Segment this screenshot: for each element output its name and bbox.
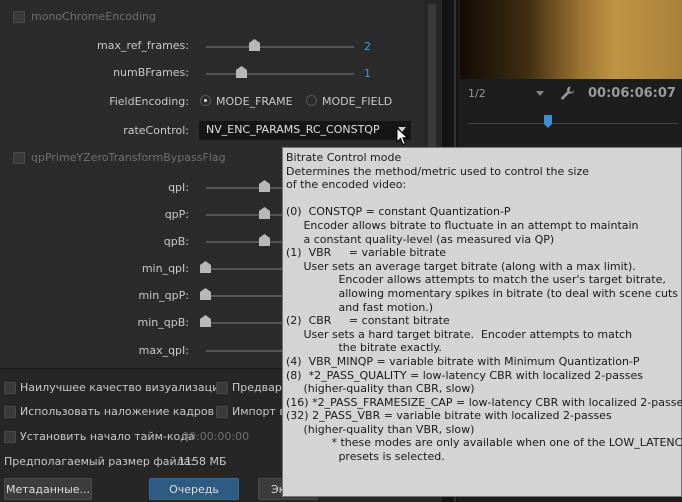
max-ref-frames-slider-thumb[interactable] [249, 39, 260, 51]
estimated-size-label: Предполагаемый размер файла: [4, 455, 195, 468]
tooltip-line: and fast motion.) [286, 300, 434, 314]
qpp-slider-thumb[interactable] [259, 207, 270, 219]
qpb-track[interactable] [206, 241, 286, 243]
qp-prime-checkbox[interactable] [13, 152, 25, 164]
tooltip-line: Determines the method/metric used to con… [286, 164, 590, 178]
min-qpb-slider-thumb[interactable] [200, 315, 211, 327]
start-timecode-value[interactable]: 00:00:00:00 [182, 430, 249, 443]
mode-frame-radio[interactable] [200, 95, 211, 106]
min-qpp-track[interactable] [206, 295, 286, 297]
mode-frame-label: MODE_FRAME [216, 95, 293, 108]
playhead[interactable] [544, 115, 552, 128]
tooltip-line: (32) 2_PASS_VBR = variable bitrate with … [286, 409, 612, 423]
chevron-down-icon [536, 91, 544, 96]
tooltip-line: (0) CONSTQP = constant Quantization-P [286, 205, 511, 219]
tooltip-line: * these modes are only available when on… [286, 436, 682, 450]
tooltip-line: allowing momentary spikes in bitrate (to… [286, 286, 679, 300]
best-quality-label: Наилучшее качество визуализации [20, 381, 227, 394]
numb-frames-value[interactable]: 1 [364, 67, 371, 80]
tooltip-line: (16) *2_PASS_FRAMESIZE_CAP = low-latency… [286, 395, 682, 409]
tooltip-line: (4) VBR_MINQP = variable bitrate with Mi… [286, 354, 640, 368]
qpp-track[interactable] [206, 214, 286, 216]
numb-frames-label: numBFrames: [113, 66, 189, 79]
preview-timecode[interactable]: 00:06:06:07 [588, 86, 676, 101]
qp-prime-label: qpPrimeYZeroTransformBypassFlag [31, 151, 226, 164]
tooltip-line: of the encoded video: [286, 178, 407, 192]
rate-control-label: rateControl: [123, 124, 189, 137]
tooltip-line: User sets a hard target bitrate. Encoder… [286, 327, 633, 341]
tooltip-line: (1) VBR = variable bitrate [286, 246, 447, 260]
rate-control-value: NV_ENC_PARAMS_RC_CONSTQP [206, 123, 380, 136]
tooltip-line: (2) CBR = constant bitrate [286, 314, 450, 328]
qpb-label: qpB: [163, 235, 189, 248]
tooltip-line: (higher-quality than VBR, slow) [286, 422, 475, 436]
min-qpi-track[interactable] [206, 268, 286, 270]
min-qpi-label: min_qpI: [141, 262, 189, 275]
frame-blending-checkbox[interactable] [4, 406, 16, 418]
queue-button[interactable]: Очередь [149, 478, 239, 500]
min-qpp-label: min_qpP: [138, 289, 189, 302]
estimated-size-value: 1158 МБ [178, 455, 227, 468]
qpp-label: qpP: [164, 208, 189, 221]
wrench-icon[interactable] [560, 85, 576, 101]
max-ref-frames-track[interactable] [206, 46, 354, 48]
tooltip-line: Encoder allows bitrate to fluctuate in a… [286, 218, 639, 232]
tooltip-line: Bitrate Control mode [286, 151, 402, 164]
tooltip-line: a constant quality-level (as measured vi… [286, 232, 555, 246]
rate-control-tooltip: Bitrate Control mode Determines the metho… [282, 147, 682, 497]
monochrome-encoding-label: monoChromeEncoding [31, 10, 156, 23]
tooltip-line: Encoder allows attempts to match the use… [286, 273, 666, 287]
min-qpp-slider-thumb[interactable] [200, 288, 211, 300]
min-qpb-label: min_qpB: [137, 316, 189, 329]
max-ref-frames-value[interactable]: 2 [364, 40, 371, 53]
tooltip-line: (higher-quality than CBR, slow) [286, 382, 475, 396]
qpi-slider-thumb[interactable] [259, 180, 270, 192]
mode-field-label: MODE_FIELD [322, 95, 393, 108]
import-checkbox[interactable] [216, 406, 228, 418]
max-qpi-label: max_qpI: [138, 344, 189, 357]
mouse-cursor-icon [396, 126, 410, 147]
metadata-button[interactable]: Метаданные... [4, 478, 92, 500]
video-preview [460, 0, 682, 79]
preview-label: Предвари [232, 381, 289, 394]
tooltip-line: User sets an average target bitrate (alo… [286, 259, 636, 273]
max-ref-frames-label: max_ref_frames: [97, 39, 189, 52]
timeline-track[interactable] [468, 123, 678, 124]
best-quality-checkbox[interactable] [4, 382, 16, 394]
max-qpi-track[interactable] [206, 350, 286, 352]
tooltip-line: the bitrate exactly. [286, 341, 442, 355]
start-timecode-label: Установить начало тайм-кода [20, 430, 195, 443]
numb-frames-slider-thumb[interactable] [236, 66, 247, 78]
field-encoding-label: FieldEncoding: [109, 95, 189, 108]
qpi-track[interactable] [206, 187, 286, 189]
numb-frames-track[interactable] [206, 73, 354, 75]
mode-field-radio[interactable] [306, 95, 317, 106]
min-qpb-track[interactable] [206, 322, 286, 324]
min-qpi-slider-thumb[interactable] [200, 261, 211, 273]
tooltip-line [286, 192, 678, 206]
start-timecode-checkbox[interactable] [4, 431, 16, 443]
import-label: Импорт в [232, 405, 286, 418]
frame-blending-label: Использовать наложение кадров [20, 405, 215, 418]
qpi-label: qpI: [168, 181, 189, 194]
tooltip-line: (8) *2_PASS_QUALITY = low-latency CBR wi… [286, 368, 643, 382]
qpb-slider-thumb[interactable] [259, 234, 270, 246]
preview-checkbox[interactable] [216, 382, 228, 394]
rate-control-select[interactable]: NV_ENC_PARAMS_RC_CONSTQP [199, 121, 411, 140]
tooltip-line: presets is selected. [286, 450, 445, 464]
monochrome-encoding-checkbox[interactable] [13, 11, 25, 23]
